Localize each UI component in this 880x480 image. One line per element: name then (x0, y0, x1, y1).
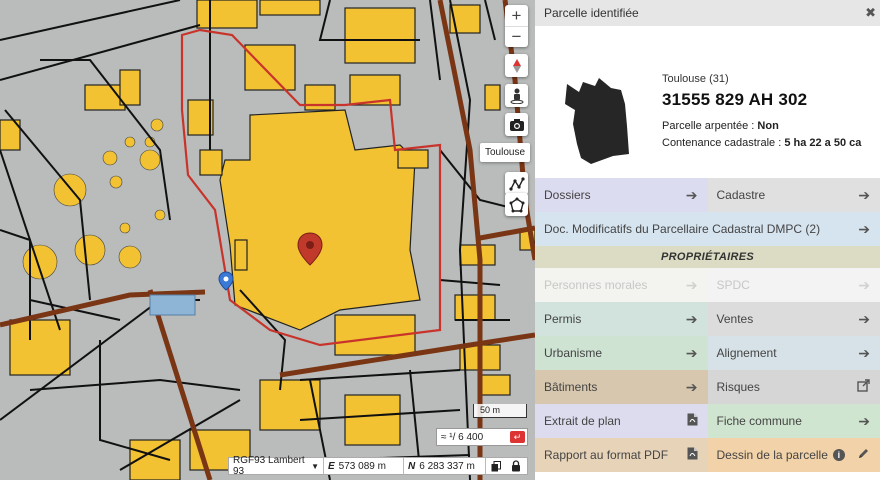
personnes-morales-button[interactable]: Personnes morales ➔ (535, 268, 708, 302)
zoom-controls: + − (505, 5, 528, 47)
risques-label: Risques (716, 380, 760, 394)
alignement-button[interactable]: Alignement ➔ (707, 336, 880, 370)
pegman-icon (510, 88, 523, 104)
chevron-down-icon: ▼ (311, 461, 319, 471)
batiments-button[interactable]: Bâtiments ➔ (535, 370, 708, 404)
east-coordinate: E 573 089 m (324, 458, 404, 474)
proprietaires-section-header: PROPRIÉTAIRES (535, 246, 880, 268)
dossiers-label: Dossiers (544, 188, 591, 202)
scale-apply-icon[interactable]: ↵ (510, 431, 525, 443)
arrow-right-icon: ➔ (685, 345, 698, 361)
cadastre-label: Cadastre (716, 188, 766, 202)
arrow-right-icon: ➔ (858, 413, 870, 429)
panel-title: Parcelle identifiée (544, 6, 639, 20)
north-value: 6 283 337 m (419, 460, 475, 472)
arrow-right-icon: ➔ (858, 345, 870, 361)
arrow-right-icon: ➔ (685, 379, 698, 395)
extrait-plan-button[interactable]: Extrait de plan (535, 404, 708, 438)
arrow-right-icon: ➔ (858, 187, 870, 203)
external-link-icon (857, 379, 870, 395)
risques-button[interactable]: Risques (707, 370, 880, 404)
lock-coordinates-button[interactable] (506, 458, 526, 474)
cadastre-button[interactable]: Cadastre ➔ (707, 178, 880, 212)
coordinates-bar: RGF93 Lambert 93 ▼ E 573 089 m N 6 283 3… (228, 455, 528, 477)
dmpc-label: Doc. Modificatifs du Parcellaire Cadastr… (544, 222, 821, 236)
measure-area-button[interactable] (505, 193, 528, 216)
zoom-in-button[interactable]: + (505, 5, 528, 26)
urbanisme-button[interactable]: Urbanisme ➔ (535, 336, 708, 370)
tooltip: Toulouse (480, 143, 531, 162)
measure-line-button[interactable] (505, 172, 528, 195)
parcel-summary: Toulouse (31) 31555 829 AH 302 Parcelle … (535, 26, 880, 178)
fiche-commune-label: Fiche commune (716, 414, 802, 428)
screenshot-button[interactable] (505, 113, 528, 136)
north-label: N (408, 460, 416, 472)
permis-button[interactable]: Permis ➔ (535, 302, 708, 336)
close-icon[interactable]: ✖ (865, 5, 876, 21)
parcel-panel: Parcelle identifiée ✖ Toulouse (31) 3155… (535, 0, 880, 480)
east-value: 573 089 m (338, 460, 386, 472)
parcel-shape-icon (565, 78, 629, 164)
dessin-parcelle-button[interactable]: Dessin de la parcelle i (707, 438, 880, 472)
arrow-right-icon: ➔ (858, 221, 870, 237)
street-view-button[interactable] (505, 84, 528, 107)
polygon-icon (509, 197, 524, 212)
scale-ratio-value: ≈ ¹/ 6 400 (441, 431, 484, 443)
spdc-label: SPDC (716, 278, 750, 292)
fiche-commune-button[interactable]: Fiche commune ➔ (707, 404, 880, 438)
east-label: E (328, 460, 335, 472)
parcel-contenance: Contenance cadastrale : 5 ha 22 a 50 ca (662, 137, 861, 149)
compass-button[interactable] (505, 54, 528, 77)
camera-icon (509, 118, 524, 131)
arrow-right-icon: ➔ (685, 187, 698, 203)
dmpc-button[interactable]: Doc. Modificatifs du Parcellaire Cadastr… (535, 212, 880, 246)
arpentee-label: Parcelle arpentée : (662, 120, 755, 132)
pdf-file-icon (687, 413, 698, 429)
permis-label: Permis (544, 312, 582, 326)
pencil-icon (857, 447, 870, 463)
dossiers-button[interactable]: Dossiers ➔ (535, 178, 708, 212)
map-view[interactable]: + − Toulouse 50 m ≈ ¹/ 6 400 ↵ RGF93 Lam… (0, 0, 535, 480)
alignement-label: Alignement (716, 346, 777, 360)
rapport-pdf-label: Rapport au format PDF (544, 448, 669, 462)
ventes-button[interactable]: Ventes ➔ (707, 302, 880, 336)
spdc-button[interactable]: SPDC ➔ (707, 268, 880, 302)
contenance-label: Contenance cadastrale : (662, 137, 782, 149)
north-coordinate: N 6 283 337 m (404, 458, 486, 474)
copy-coordinates-button[interactable] (486, 458, 506, 474)
scale-bar: 50 m (473, 404, 527, 418)
zoom-out-button[interactable]: − (505, 26, 528, 47)
personnes-morales-label: Personnes morales (544, 278, 648, 292)
arrow-right-icon: ➔ (685, 311, 698, 327)
scale-ratio-field[interactable]: ≈ ¹/ 6 400 ↵ (436, 428, 528, 446)
compass-icon (512, 58, 521, 73)
actions-grid: Dossiers ➔ Cadastre ➔ Doc. Modificatifs … (535, 178, 880, 472)
extrait-plan-label: Extrait de plan (544, 414, 621, 428)
copy-icon (491, 460, 501, 471)
arrow-right-icon: ➔ (858, 311, 870, 327)
crs-select[interactable]: RGF93 Lambert 93 ▼ (229, 455, 324, 477)
arpentee-value: Non (757, 120, 779, 132)
crs-select-value: RGF93 Lambert 93 (233, 455, 305, 477)
ventes-label: Ventes (716, 312, 754, 326)
contenance-value: 5 ha 22 a 50 ca (784, 137, 862, 149)
info-icon[interactable]: i (832, 449, 845, 461)
dessin-parcelle-label: Dessin de la parcelle (716, 448, 828, 462)
map-canvas[interactable] (0, 0, 535, 480)
pdf-file-icon (687, 447, 698, 463)
parcel-arpentee: Parcelle arpentée : Non (662, 120, 779, 132)
urbanisme-label: Urbanisme (544, 346, 603, 360)
location-marker-icon[interactable] (218, 271, 234, 291)
panel-header: Parcelle identifiée ✖ (535, 0, 880, 26)
lock-icon (512, 460, 520, 472)
batiments-label: Bâtiments (544, 380, 598, 394)
arrow-right-icon: ➔ (685, 277, 698, 293)
parcel-marker-icon[interactable] (297, 232, 323, 266)
parcel-id: 31555 829 AH 302 (662, 90, 808, 109)
polyline-icon (508, 176, 525, 191)
parcel-city: Toulouse (31) (662, 73, 729, 85)
rapport-pdf-button[interactable]: Rapport au format PDF (535, 438, 708, 472)
arrow-right-icon: ➔ (858, 277, 870, 293)
